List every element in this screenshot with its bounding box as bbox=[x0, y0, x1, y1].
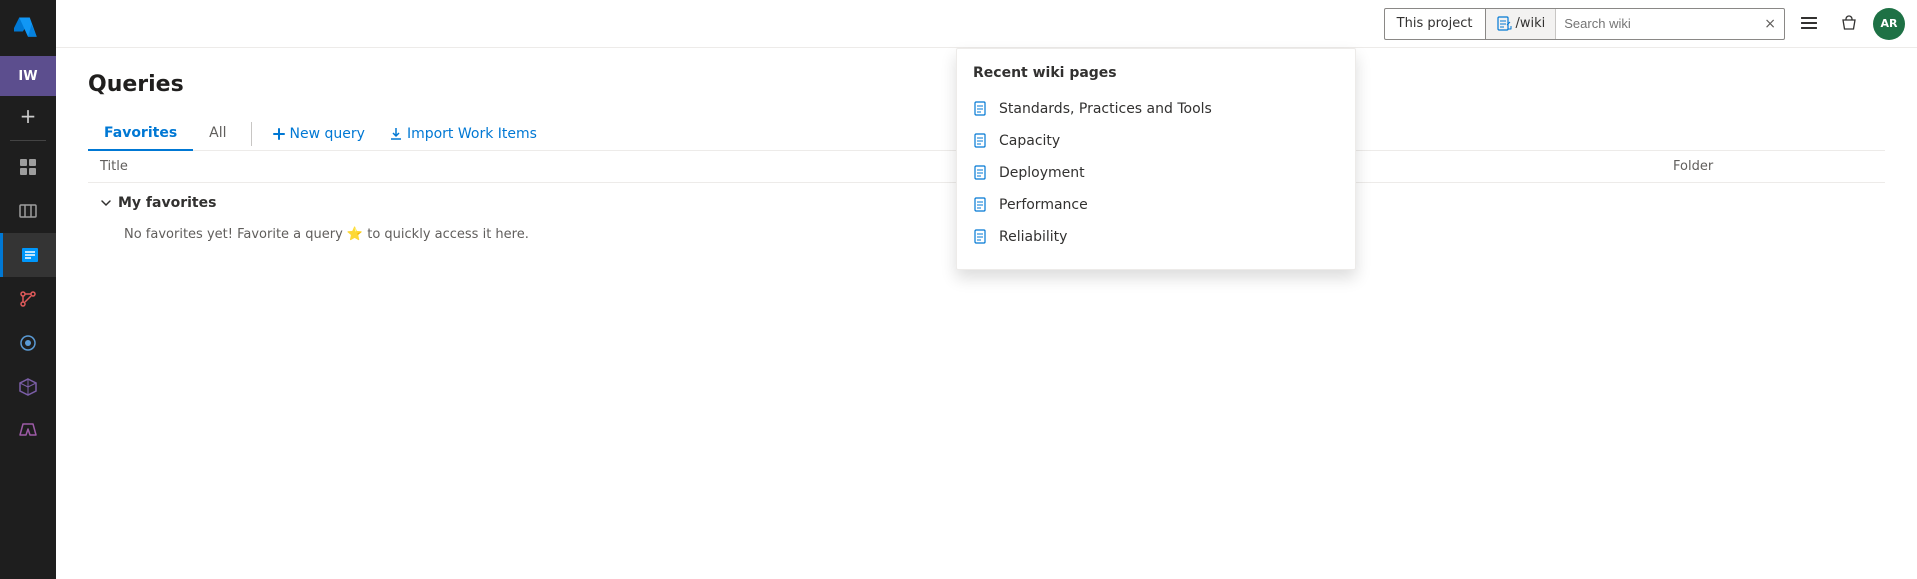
sidebar-item-boards[interactable] bbox=[0, 189, 56, 233]
search-input[interactable] bbox=[1556, 9, 1756, 39]
wiki-doc-icon bbox=[1496, 16, 1512, 32]
shopping-bag-icon[interactable] bbox=[1833, 8, 1865, 40]
sidebar-add-button[interactable]: + bbox=[0, 96, 56, 136]
wiki-item-2[interactable]: Deployment bbox=[957, 157, 1355, 189]
wiki-item-0[interactable]: Standards, Practices and Tools bbox=[957, 93, 1355, 125]
wiki-page-icon bbox=[973, 101, 989, 117]
view-list-icon[interactable] bbox=[1793, 8, 1825, 40]
sidebar-item-work-items[interactable] bbox=[0, 233, 56, 277]
wiki-page-icon bbox=[973, 197, 989, 213]
sidebar-item-repos[interactable] bbox=[0, 277, 56, 321]
wiki-item-3[interactable]: Performance bbox=[957, 189, 1355, 221]
search-wiki-label: /wiki bbox=[1516, 16, 1546, 31]
col-title: Title bbox=[100, 159, 1673, 174]
wiki-item-4[interactable]: Reliability bbox=[957, 221, 1355, 253]
plus-icon bbox=[272, 127, 286, 141]
sidebar-item-overview[interactable] bbox=[0, 145, 56, 189]
tab-all[interactable]: All bbox=[193, 117, 242, 151]
import-icon bbox=[389, 127, 403, 141]
import-work-items-button[interactable]: Import Work Items bbox=[377, 118, 549, 150]
sidebar-logo[interactable] bbox=[0, 0, 56, 56]
tab-favorites[interactable]: Favorites bbox=[88, 117, 193, 151]
topbar: This project /wiki × bbox=[56, 0, 1917, 48]
chevron-down-icon bbox=[100, 197, 112, 209]
search-close-button[interactable]: × bbox=[1756, 16, 1784, 32]
dropdown-title: Recent wiki pages bbox=[957, 65, 1355, 93]
sidebar-item-pipelines[interactable] bbox=[0, 321, 56, 365]
search-container: This project /wiki × bbox=[1384, 8, 1785, 40]
col-folder: Folder bbox=[1673, 159, 1873, 174]
sidebar-project-icon[interactable]: IW bbox=[0, 56, 56, 96]
sidebar-item-artifacts[interactable] bbox=[0, 365, 56, 409]
user-avatar[interactable]: AR bbox=[1873, 8, 1905, 40]
wiki-page-icon bbox=[973, 165, 989, 181]
sidebar-item-test[interactable] bbox=[0, 409, 56, 453]
search-scope-button[interactable]: This project bbox=[1385, 9, 1486, 39]
wiki-page-icon bbox=[973, 133, 989, 149]
wiki-dropdown: Recent wiki pages Standards, Practices a… bbox=[956, 48, 1356, 270]
sidebar-divider bbox=[10, 140, 46, 141]
wiki-item-1[interactable]: Capacity bbox=[957, 125, 1355, 157]
tab-separator bbox=[251, 122, 252, 146]
new-query-button[interactable]: New query bbox=[260, 118, 377, 150]
wiki-page-icon bbox=[973, 229, 989, 245]
search-wiki-badge[interactable]: /wiki bbox=[1486, 9, 1557, 39]
sidebar: IW + bbox=[0, 0, 56, 579]
